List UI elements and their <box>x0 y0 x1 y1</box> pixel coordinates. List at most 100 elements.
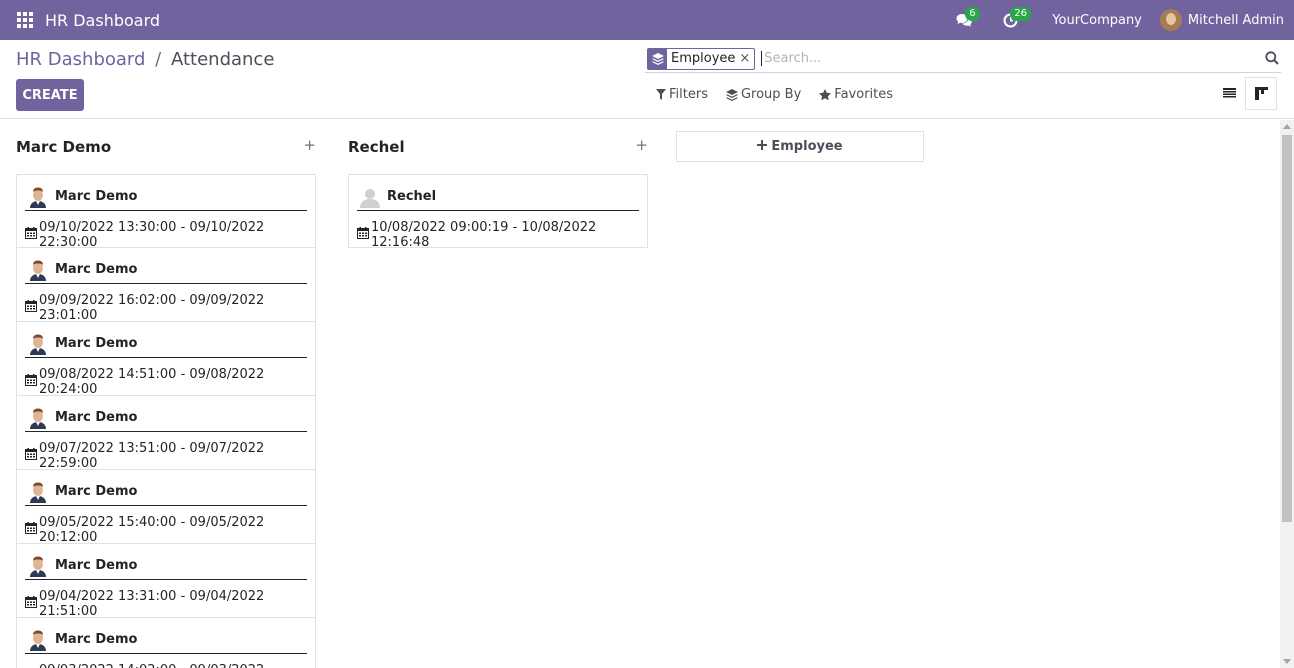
card-header: Marc Demo <box>25 478 307 506</box>
kanban-column: Rechel + Rechel 10/08/2022 09:00:19 - 10/… <box>348 120 648 250</box>
column-quick-create-button[interactable]: + <box>635 136 648 154</box>
funnel-icon <box>656 89 666 100</box>
breadcrumb-parent[interactable]: HR Dashboard <box>16 49 145 70</box>
attendance-card[interactable]: Rechel 10/08/2022 09:00:19 - 10/08/2022 1… <box>348 174 648 250</box>
calendar-icon <box>25 227 39 243</box>
create-button[interactable]: CREATE <box>16 79 84 111</box>
card-header: Marc Demo <box>25 330 307 358</box>
filters-label: Filters <box>669 87 708 102</box>
attendance-period: 09/04/2022 13:31:00 - 09/04/2022 21:51:0… <box>25 589 307 619</box>
layers-icon <box>725 88 738 101</box>
employee-avatar <box>27 258 49 281</box>
employee-avatar <box>27 332 49 355</box>
employee-name: Marc Demo <box>55 558 138 573</box>
card-header: Marc Demo <box>25 626 307 654</box>
kanban-board: Marc Demo + Marc Demo 09/10/2022 13:30:00… <box>0 120 1280 668</box>
activities-count-badge: 26 <box>1010 7 1032 21</box>
period-text: 09/05/2022 15:40:00 - 09/05/2022 20:12:0… <box>39 515 265 545</box>
control-panel: HR Dashboard / Attendance CREATE Employe… <box>0 40 1294 119</box>
favorites-dropdown[interactable]: Favorites <box>819 87 893 102</box>
employee-name: Marc Demo <box>55 189 138 204</box>
attendance-period: 09/05/2022 15:40:00 - 09/05/2022 20:12:0… <box>25 515 307 545</box>
employee-avatar <box>27 554 49 577</box>
period-text: 09/10/2022 13:30:00 - 09/10/2022 22:30:0… <box>39 220 265 250</box>
employee-name: Marc Demo <box>55 336 138 351</box>
card-header: Marc Demo <box>25 256 307 284</box>
kanban-column: Marc Demo + Marc Demo 09/10/2022 13:30:00… <box>16 120 316 668</box>
messages-count-badge: 6 <box>965 7 980 21</box>
apps-grid-icon[interactable] <box>17 12 33 28</box>
attendance-card[interactable]: Marc Demo 09/07/2022 13:51:00 - 09/07/202… <box>16 396 316 471</box>
card-header: Marc Demo <box>25 404 307 432</box>
column-quick-create-button[interactable]: + <box>303 136 316 154</box>
search-facet-label: Employee <box>671 51 736 66</box>
search-icon[interactable] <box>1265 51 1279 69</box>
scroll-thumb[interactable] <box>1282 135 1292 522</box>
user-name: Mitchell Admin <box>1187 12 1284 28</box>
kanban-view-button[interactable] <box>1245 77 1277 110</box>
add-column-button[interactable]: Employee <box>676 131 924 162</box>
attendance-card[interactable]: Marc Demo 09/03/2022 14:02:00 - 09/03/202… <box>16 618 316 668</box>
calendar-icon <box>25 448 39 464</box>
column-header: Marc Demo + <box>16 120 316 174</box>
card-header: Rechel <box>357 183 639 211</box>
add-column-label: Employee <box>771 139 843 154</box>
search-input[interactable] <box>761 51 1252 66</box>
column-cards: Marc Demo 09/10/2022 13:30:00 - 09/10/202… <box>16 174 316 668</box>
favorites-label: Favorites <box>834 87 894 102</box>
employee-name: Marc Demo <box>55 632 138 647</box>
search-options: Filters Group By Favorites <box>656 87 893 102</box>
column-header: Rechel + <box>348 120 648 174</box>
attendance-card[interactable]: Marc Demo 09/04/2022 13:31:00 - 09/04/202… <box>16 544 316 619</box>
employee-avatar <box>359 186 381 208</box>
column-title[interactable]: Marc Demo <box>16 138 111 156</box>
scroll-up-arrow-icon[interactable] <box>1283 124 1291 129</box>
app-brand[interactable]: HR Dashboard <box>45 11 160 30</box>
group-by-dropdown[interactable]: Group By <box>725 87 801 102</box>
breadcrumb-current: Attendance <box>170 49 275 70</box>
filters-dropdown[interactable]: Filters <box>656 87 708 102</box>
plus-icon <box>757 139 768 154</box>
scroll-down-arrow-icon[interactable] <box>1283 659 1291 664</box>
attendance-card[interactable]: Marc Demo 09/10/2022 13:30:00 - 09/10/202… <box>16 174 316 250</box>
activities-menu[interactable]: 26 <box>994 0 1032 40</box>
employee-avatar <box>27 480 49 503</box>
attendance-card[interactable]: Marc Demo 09/08/2022 14:51:00 - 09/08/202… <box>16 322 316 397</box>
employee-avatar <box>27 628 49 651</box>
kanban-view-icon <box>1254 87 1268 100</box>
period-text: 09/08/2022 14:51:00 - 09/08/2022 20:24:0… <box>39 367 265 397</box>
attendance-card[interactable]: Marc Demo 09/09/2022 16:02:00 - 09/09/202… <box>16 248 316 323</box>
attendance-period: 10/08/2022 09:00:19 - 10/08/2022 12:16:4… <box>357 220 639 250</box>
breadcrumb: HR Dashboard / Attendance <box>16 49 274 70</box>
list-view-button[interactable] <box>1213 77 1245 110</box>
period-text: 09/09/2022 16:02:00 - 09/09/2022 23:01:0… <box>39 293 265 323</box>
employee-name: Marc Demo <box>55 410 138 425</box>
attendance-period: 09/07/2022 13:51:00 - 09/07/2022 22:59:0… <box>25 441 307 471</box>
company-switcher[interactable]: YourCompany <box>1043 0 1151 40</box>
column-title[interactable]: Rechel <box>348 138 405 156</box>
calendar-icon <box>25 596 39 612</box>
period-text: 09/07/2022 13:51:00 - 09/07/2022 22:59:0… <box>39 441 265 471</box>
employee-name: Marc Demo <box>55 484 138 499</box>
calendar-icon <box>25 300 39 316</box>
layers-icon <box>648 48 667 69</box>
star-icon <box>819 88 832 100</box>
employee-name: Rechel <box>387 189 437 204</box>
calendar-icon <box>357 227 371 243</box>
calendar-icon <box>25 522 39 538</box>
user-menu[interactable]: Mitchell Admin <box>1151 0 1294 40</box>
card-header: Marc Demo <box>25 552 307 580</box>
view-switcher <box>1213 77 1277 110</box>
employee-avatar <box>27 406 49 429</box>
column-cards: Rechel 10/08/2022 09:00:19 - 10/08/2022 1… <box>348 174 648 250</box>
facet-close-icon[interactable]: × <box>739 51 754 66</box>
calendar-icon <box>25 374 39 390</box>
card-header: Marc Demo <box>25 183 307 211</box>
attendance-period: 09/09/2022 16:02:00 - 09/09/2022 23:01:0… <box>25 293 307 323</box>
attendance-period: 09/08/2022 14:51:00 - 09/08/2022 20:24:0… <box>25 367 307 397</box>
attendance-card[interactable]: Marc Demo 09/05/2022 15:40:00 - 09/05/202… <box>16 470 316 545</box>
search-bar: Employee × <box>645 45 1281 73</box>
vertical-scrollbar[interactable] <box>1280 120 1294 668</box>
messages-menu[interactable]: 6 <box>947 0 982 40</box>
attendance-period: 09/03/2022 14:02:00 - 09/03/2022 20:52:0… <box>25 663 307 668</box>
